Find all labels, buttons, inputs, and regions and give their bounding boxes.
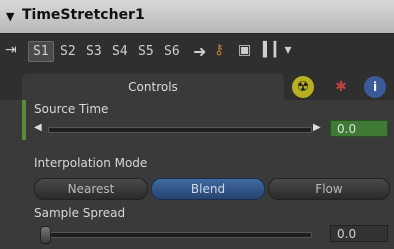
pin-icon[interactable]: ⇥ <box>5 42 17 58</box>
modified-indicator <box>22 100 26 140</box>
tab-controls[interactable]: Controls <box>22 74 284 100</box>
arrow-right-icon[interactable]: ➜ <box>193 42 206 61</box>
sample-spread-knob[interactable] <box>40 226 51 244</box>
source-time-label: Source Time <box>34 102 109 116</box>
blend-button[interactable]: Blend <box>151 178 265 200</box>
slot-s4[interactable]: S4 <box>112 44 128 59</box>
nearest-button[interactable]: Nearest <box>34 178 148 200</box>
flow-button[interactable]: Flow <box>268 178 390 200</box>
slot-s2[interactable]: S2 <box>60 44 76 59</box>
interpolation-mode-label: Interpolation Mode <box>34 156 148 170</box>
slider-right-arrow-icon[interactable]: ▶ <box>313 122 321 133</box>
controls-panel: Source Time ◀ ▶ 0.0 Interpolation Mode N… <box>0 100 394 249</box>
save-icon[interactable]: ▣ <box>238 42 251 58</box>
source-time-input[interactable]: 0.0 <box>330 120 388 137</box>
sample-spread-slider[interactable] <box>40 232 312 238</box>
sample-spread-label: Sample Spread <box>34 206 126 220</box>
gear-icon[interactable]: ✱ <box>330 76 352 98</box>
sample-spread-input[interactable]: 0.0 <box>330 225 388 242</box>
tab-bar: Controls ☢ ✱ i <box>0 74 394 100</box>
key-icon[interactable]: ⚷ <box>214 42 224 58</box>
layout-icon[interactable]: ▍▎▾ <box>263 42 292 58</box>
slot-s6[interactable]: S6 <box>164 44 180 59</box>
source-time-slider[interactable] <box>48 127 312 133</box>
slot-s1[interactable]: S1 <box>28 41 54 62</box>
radioactive-icon[interactable]: ☢ <box>292 76 314 98</box>
toolbar: ⇥ S1 S2 S3 S4 S5 S6 ➜ ⚷ ▣ ▍▎▾ <box>0 34 394 74</box>
info-icon[interactable]: i <box>364 76 386 98</box>
collapse-arrow-icon[interactable]: ▼ <box>6 10 14 23</box>
node-title: TimeStretcher1 <box>22 7 145 23</box>
node-title-bar[interactable]: ▼ TimeStretcher1 <box>0 0 394 34</box>
slider-left-arrow-icon[interactable]: ◀ <box>34 122 42 133</box>
slot-s5[interactable]: S5 <box>138 44 154 59</box>
slot-s3[interactable]: S3 <box>86 44 102 59</box>
